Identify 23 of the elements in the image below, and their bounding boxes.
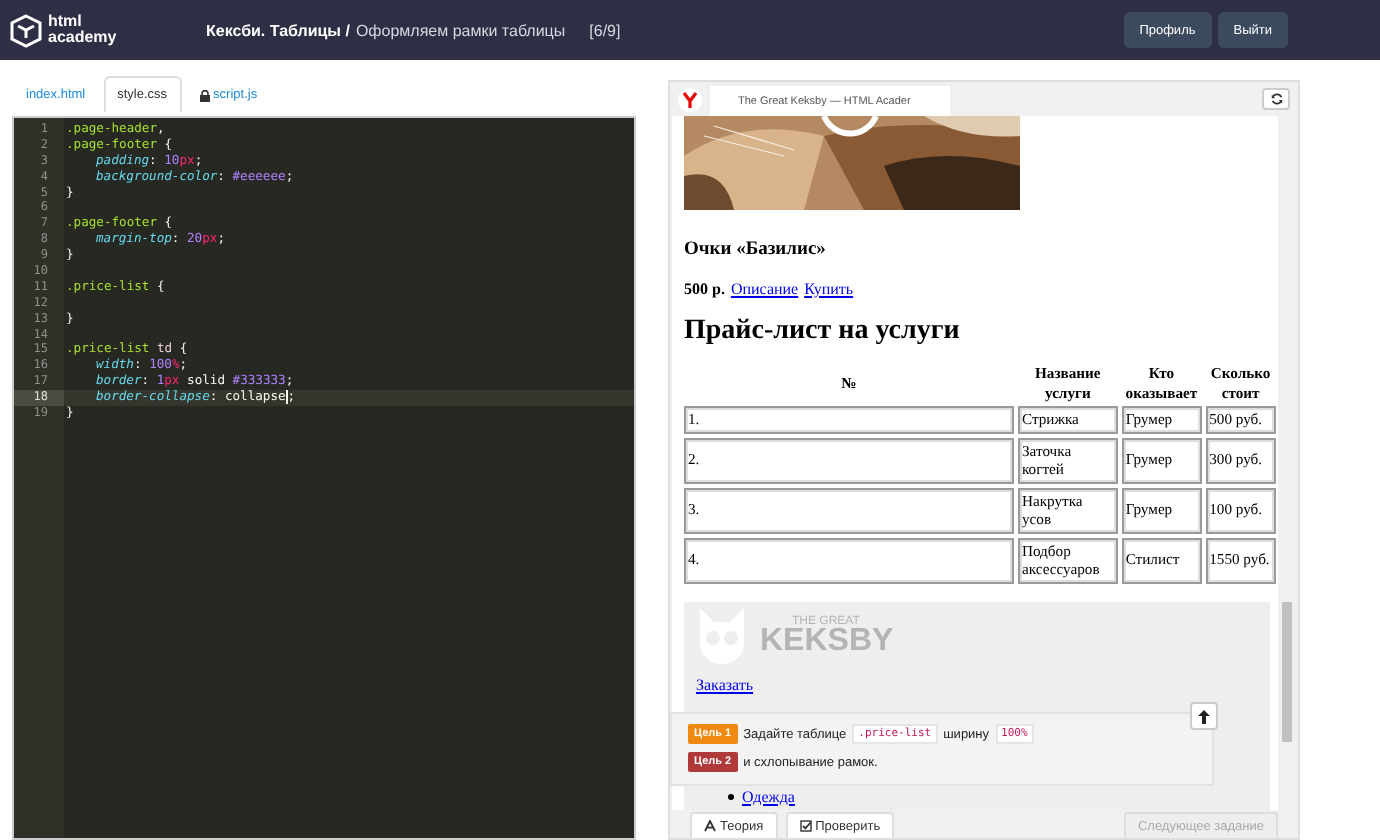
- logo-text: academy: [48, 30, 117, 46]
- logo-icon: [10, 13, 42, 47]
- browser-logo-icon: [678, 87, 702, 111]
- price-list-heading: Прайс-лист на услуги: [684, 316, 962, 348]
- price: 500 р.: [684, 280, 725, 298]
- lock-icon: [199, 89, 210, 101]
- collapse-button[interactable]: [1190, 702, 1218, 730]
- logo-wordmark: KEKSBY: [760, 627, 894, 655]
- check-icon: [799, 820, 812, 832]
- order-link[interactable]: Заказать: [696, 675, 754, 693]
- description-link[interactable]: Описание: [730, 280, 799, 298]
- menu-link[interactable]: Одежда: [742, 787, 795, 805]
- progress-counter: [6/9]: [589, 21, 621, 39]
- scrollbar-thumb[interactable]: [1282, 602, 1292, 742]
- reload-icon[interactable]: [1262, 88, 1290, 110]
- product-title: Очки «Базилис»: [684, 240, 828, 260]
- lesson-title: Оформляем рамки таблицы: [355, 21, 566, 39]
- bullet-icon: [728, 793, 734, 799]
- text-cursor: [285, 390, 288, 405]
- arrow-up-icon: [1198, 709, 1210, 723]
- course-title: Кексби. Таблицы /: [206, 21, 350, 39]
- buy-link[interactable]: Купить: [804, 280, 854, 298]
- logo-text: html: [48, 14, 84, 30]
